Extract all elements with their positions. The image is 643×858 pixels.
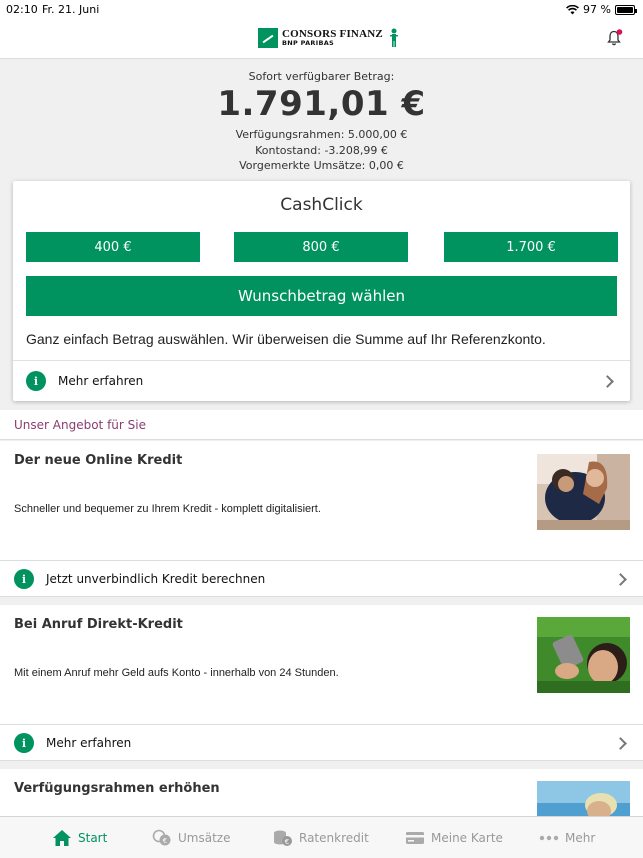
tab-meine-karte-label: Meine Karte	[431, 831, 503, 845]
tab-umsaetze[interactable]: € Umsätze	[152, 817, 230, 858]
credit-line: Verfügungsrahmen: 5.000,00 €	[235, 128, 408, 141]
svg-text:€: €	[285, 838, 289, 846]
cashclick-description: Ganz einfach Betrag auswählen. Wir überw…	[26, 331, 546, 347]
svg-text:€: €	[163, 837, 167, 845]
info-icon: i	[26, 371, 46, 391]
status-bar: 02:10 Fr. 21. Juni 97 %	[0, 0, 643, 18]
tab-start[interactable]: Start	[52, 817, 107, 858]
more-link-label: Mehr erfahren	[58, 374, 144, 388]
bottom-tab-bar: Start € Umsätze € Ratenkredit Meine Kart…	[0, 816, 643, 858]
tab-umsaetze-label: Umsätze	[178, 831, 231, 845]
chevron-right-icon	[601, 375, 614, 388]
info-icon: i	[14, 569, 34, 589]
tab-mehr-label: Mehr	[565, 831, 596, 845]
offer-title: Bei Anruf Direkt-Kredit	[14, 617, 183, 632]
more-dots-icon	[539, 835, 559, 841]
status-time: 02:10	[6, 3, 38, 16]
logo-mark-icon	[258, 28, 278, 48]
consors-logo: CONSORS FINANZ BNP PARIBAS	[258, 28, 399, 48]
offers-section-header: Unser Angebot für Sie	[0, 410, 643, 440]
transactions-icon: €	[152, 829, 171, 846]
wifi-icon	[566, 4, 580, 14]
direct-credit-more-link[interactable]: i Mehr erfahren	[0, 724, 643, 761]
balance-summary: Sofort verfügbarer Betrag: 1.791,01 € Ve…	[0, 60, 643, 178]
tab-meine-karte[interactable]: Meine Karte	[405, 817, 503, 858]
cashclick-more-link[interactable]: i Mehr erfahren	[13, 360, 630, 401]
credit-card-icon	[406, 832, 424, 844]
pending-transactions: Vorgemerkte Umsätze: 0,00 €	[239, 159, 404, 172]
offer-online-credit[interactable]: Der neue Online Kredit Schneller und beq…	[0, 441, 643, 560]
custom-amount-button[interactable]: Wunschbetrag wählen	[26, 276, 617, 316]
offer-title: Verfügungsrahmen erhöhen	[14, 781, 220, 796]
app-header: CONSORS FINANZ BNP PARIBAS	[0, 18, 643, 59]
info-icon: i	[14, 733, 34, 753]
credit-calc-link[interactable]: i Jetzt unverbindlich Kredit berechnen	[0, 560, 643, 597]
coins-icon: €	[274, 830, 292, 846]
man-phone-image	[537, 617, 630, 693]
couple-hug-image	[537, 454, 630, 530]
offer-text: Mit einem Anruf mehr Geld aufs Konto - i…	[14, 667, 339, 679]
amount-button-800[interactable]: 800 €	[234, 232, 408, 262]
amount-button-1700[interactable]: 1.700 €	[444, 232, 618, 262]
offer-title: Der neue Online Kredit	[14, 453, 183, 468]
mascot-icon	[389, 28, 398, 47]
home-icon	[53, 830, 71, 846]
brand-subline: BNP PARIBAS	[282, 39, 335, 48]
cashclick-title: CashClick	[280, 195, 363, 215]
more-link-label: Mehr erfahren	[46, 736, 132, 750]
tab-ratenkredit-label: Ratenkredit	[299, 831, 369, 845]
tab-start-label: Start	[78, 831, 108, 845]
tab-mehr[interactable]: Mehr	[539, 817, 595, 858]
status-date: Fr. 21. Juni	[42, 3, 100, 16]
cashclick-card: CashClick 400 € 800 € 1.700 € Wunschbetr…	[13, 181, 630, 401]
offers-heading: Unser Angebot für Sie	[14, 418, 146, 432]
battery-icon	[615, 4, 637, 15]
person-lying-image	[537, 781, 630, 816]
offer-increase-limit[interactable]: Verfügungsrahmen erhöhen	[0, 769, 643, 816]
offer-direct-credit[interactable]: Bei Anruf Direkt-Kredit Mit einem Anruf …	[0, 605, 643, 724]
chevron-right-icon	[614, 573, 627, 586]
amount-button-400[interactable]: 400 €	[26, 232, 200, 262]
available-amount: 1.791,01 €	[217, 84, 426, 124]
credit-calc-label: Jetzt unverbindlich Kredit berechnen	[46, 572, 266, 586]
tab-ratenkredit[interactable]: € Ratenkredit	[273, 817, 369, 858]
battery-percent: 97 %	[583, 3, 611, 16]
status-right: 97 %	[566, 3, 637, 16]
offer-text: Schneller und bequemer zu Ihrem Kredit -…	[14, 503, 321, 515]
account-balance: Kontostand: -3.208,99 €	[255, 144, 388, 157]
chevron-right-icon	[614, 737, 627, 750]
available-amount-label: Sofort verfügbarer Betrag:	[248, 70, 395, 83]
notification-bell-icon[interactable]	[607, 29, 623, 47]
